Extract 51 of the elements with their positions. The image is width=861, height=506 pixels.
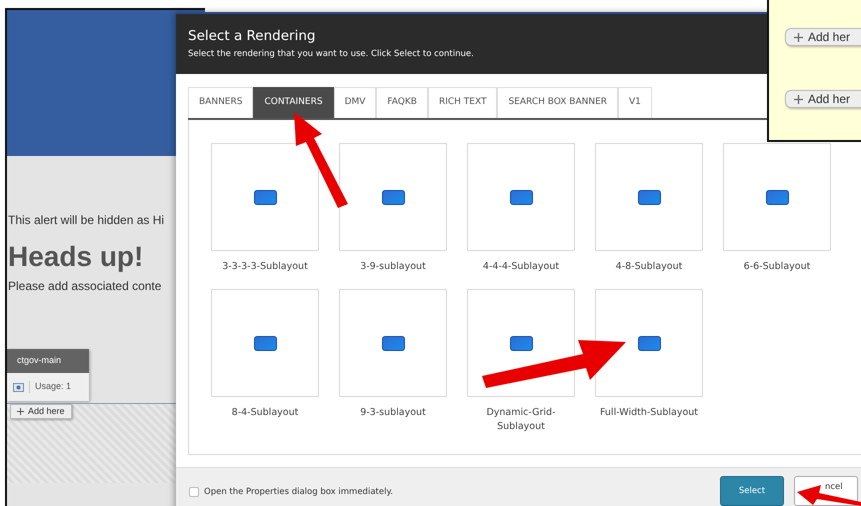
layout-icon <box>382 190 404 204</box>
usage-text: Usage: 1 <box>35 380 72 394</box>
plus-icon <box>794 94 803 104</box>
rendering-tile[interactable] <box>595 143 703 251</box>
alert-heading: Heads up! <box>7 240 144 274</box>
rendering-tile[interactable] <box>339 289 447 397</box>
rendering-label: 8-4-Sublayout <box>230 406 300 420</box>
rendering-tile[interactable] <box>723 143 831 251</box>
tab[interactable]: RICH TEXT <box>428 87 498 118</box>
rendering-label: 6-6-Sublayout <box>742 260 812 274</box>
settings-icon[interactable] <box>13 382 24 392</box>
layout-icon <box>510 190 532 204</box>
tab[interactable]: DMV <box>334 87 376 118</box>
rendering-label: 9-3-sublayout <box>359 406 427 420</box>
layout-icon <box>382 336 404 350</box>
rendering-tile[interactable] <box>211 143 319 251</box>
rendering-label: 4-4-4-Sublayout <box>482 260 560 274</box>
rendering-tile[interactable] <box>339 143 447 251</box>
dialog-title: Select a Rendering <box>188 27 316 46</box>
rendering-label: Full-Width-Sublayout <box>598 406 700 420</box>
layout-icon <box>638 336 660 350</box>
tab[interactable]: CONTAINERS <box>253 87 334 118</box>
tab[interactable]: V1 <box>618 87 652 118</box>
dialog-subtitle: Select the rendering that you want to use. Click Select to continue. <box>188 48 474 61</box>
rendering-label: Dynamic-Grid-Sublayout <box>485 406 557 434</box>
layout-icon <box>254 336 276 350</box>
rendering-label: 4-8-Sublayout <box>614 260 684 274</box>
add-here-button[interactable]: Add her <box>785 90 861 108</box>
rendering-tile[interactable] <box>595 289 703 397</box>
add-here-button[interactable]: Add here <box>10 404 72 419</box>
panel-title: ctgov-main <box>7 349 89 373</box>
select-button[interactable]: Select <box>720 476 784 506</box>
plus-icon <box>794 32 803 42</box>
checkbox[interactable] <box>189 487 199 498</box>
checkbox-label: Open the Properties dialog box immediately. <box>204 486 393 499</box>
layout-icon <box>766 190 788 204</box>
rendering-tile[interactable] <box>211 289 319 397</box>
layout-icon <box>638 190 660 204</box>
tab[interactable]: BANNERS <box>188 87 254 118</box>
tab[interactable]: FAQKB <box>376 87 428 118</box>
alert-body: Please add associated conte <box>7 278 162 295</box>
rendering-label: 3-9-sublayout <box>359 260 427 274</box>
rendering-label: 3-3-3-3-Sublayout <box>221 260 309 274</box>
rendering-tile[interactable] <box>467 143 575 251</box>
alert-text: This alert will be hidden as Hi <box>7 212 166 229</box>
plus-icon <box>17 408 24 415</box>
layout-icon <box>510 336 532 350</box>
layout-icon <box>254 190 276 204</box>
annotation-arrow <box>797 483 861 506</box>
add-here-button[interactable]: Add her <box>785 28 861 46</box>
tab[interactable]: SEARCH BOX BANNER <box>497 87 618 118</box>
